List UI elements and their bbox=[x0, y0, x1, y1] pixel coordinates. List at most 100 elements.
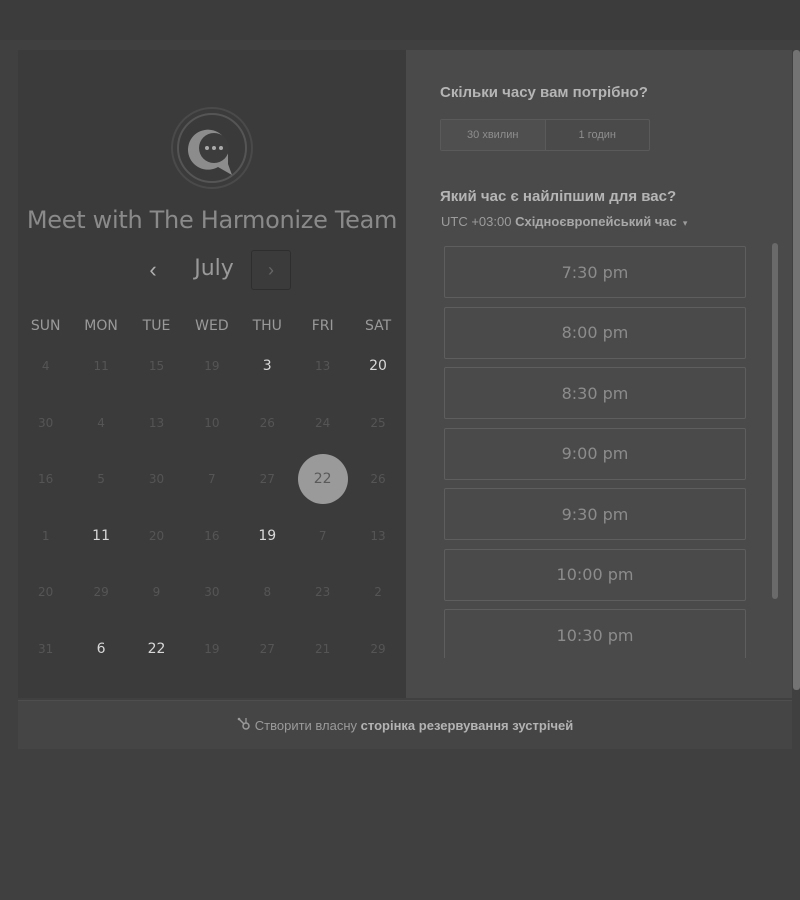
calendar-day: 10 bbox=[184, 398, 239, 448]
calendar-day: 30 bbox=[129, 454, 184, 504]
weekday-label: WED bbox=[195, 318, 229, 334]
calendar-day: 27 bbox=[240, 624, 295, 674]
calendar-day: 26 bbox=[240, 398, 295, 448]
meetings-card: Meet with The Harmonize Team ‹ July › SU… bbox=[18, 50, 792, 698]
calendar-day-number: 16 bbox=[204, 528, 220, 543]
hubspot-sprocket-icon bbox=[237, 717, 251, 734]
calendar-day: 15 bbox=[129, 341, 184, 391]
booking-panel: Скільки часу вам потрібно? 30 хвилин 1 г… bbox=[406, 50, 792, 698]
time-slot-button[interactable]: 9:30 pm bbox=[444, 488, 746, 540]
calendar-day: 13 bbox=[295, 341, 350, 391]
calendar-day-number: 11 bbox=[92, 527, 110, 544]
time-slot-button[interactable]: 8:30 pm bbox=[444, 367, 746, 419]
calendar-day-number: 29 bbox=[370, 641, 386, 656]
footer-link[interactable]: сторінка резервування зустрічей bbox=[361, 718, 574, 733]
time-slot-button[interactable]: 9:00 pm bbox=[444, 427, 746, 480]
calendar-day: 30 bbox=[18, 398, 73, 448]
calendar-week-row: 4 11 15 19 3 13 20 bbox=[18, 338, 406, 395]
calendar-day-selected[interactable]: 22 bbox=[295, 454, 350, 505]
calendar-day-number: 13 bbox=[370, 528, 386, 543]
timezone-selector[interactable]: UTC +03:00 Східноєвропейський час ▾ bbox=[441, 214, 687, 229]
calendar-day-number: 8 bbox=[263, 585, 272, 600]
calendar-day: 2 bbox=[350, 567, 405, 617]
calendar-day-number: 13 bbox=[315, 359, 331, 374]
calendar-day[interactable]: 22 bbox=[129, 624, 184, 674]
harmonize-logo-icon bbox=[170, 106, 254, 190]
calendar-day[interactable]: 11 bbox=[73, 511, 128, 561]
calendar-day: 25 bbox=[350, 398, 405, 448]
calendar-day: 20 bbox=[18, 567, 73, 617]
timezone-name: Східноєвропейський час bbox=[515, 214, 677, 229]
calendar-day[interactable]: 19 bbox=[240, 511, 295, 561]
calendar-day: 7 bbox=[184, 454, 239, 504]
caret-down-icon: ▾ bbox=[682, 218, 688, 228]
time-slot-button[interactable]: 10:00 pm bbox=[444, 548, 746, 601]
calendar-day: 4 bbox=[18, 341, 73, 391]
calendar-day-number: 4 bbox=[41, 359, 50, 374]
calendar-day: 21 bbox=[295, 624, 350, 674]
calendar-day-number: 27 bbox=[259, 641, 275, 656]
weekday-label: SUN bbox=[30, 318, 61, 334]
page: Meet with The Harmonize Team ‹ July › SU… bbox=[0, 0, 800, 900]
calendar-day-number: 26 bbox=[259, 415, 275, 430]
calendar-day: 31 bbox=[18, 624, 73, 674]
calendar-day-number: 13 bbox=[148, 415, 165, 430]
time-slot-button[interactable]: 7:30 pm bbox=[444, 246, 746, 298]
calendar-grid: 4 11 15 19 3 13 20 30 4 13 10 26 24 25 16 5 30 7 27 22 26 1 11… bbox=[18, 338, 406, 677]
calendar-day: 5 bbox=[73, 454, 128, 504]
time-slot-list: 7:30 pm 8:00 pm 8:30 pm 9:00 pm 9:30 pm 10:00… bbox=[444, 246, 750, 658]
calendar-week-row: 30 4 13 10 26 24 25 bbox=[18, 395, 406, 452]
calendar-day-number: 30 bbox=[148, 472, 165, 487]
duration-30-button[interactable]: 30 хвилин bbox=[441, 120, 546, 150]
calendar-day[interactable]: 6 bbox=[73, 624, 128, 674]
calendar-day-number: 4 bbox=[97, 415, 105, 430]
slots-scrollbar[interactable] bbox=[772, 243, 778, 599]
calendar-day[interactable]: 3 bbox=[240, 341, 295, 391]
calendar-day-number: 22 bbox=[297, 454, 348, 505]
chevron-right-icon[interactable]: › bbox=[251, 250, 291, 290]
calendar-day-number: 20 bbox=[148, 528, 165, 543]
calendar-day: 16 bbox=[18, 454, 73, 504]
weekday-label: SAT bbox=[364, 318, 392, 334]
calendar-day: 1 bbox=[18, 511, 73, 561]
calendar-day: 13 bbox=[129, 398, 184, 448]
footer-bar: Створити власну сторінка резервування зу… bbox=[18, 700, 792, 749]
calendar-day: 13 bbox=[350, 511, 405, 561]
calendar-day-number: 5 bbox=[97, 472, 105, 487]
calendar-day-number: 24 bbox=[315, 415, 331, 430]
calendar-title: Meet with The Harmonize Team bbox=[26, 206, 398, 234]
footer-prefix: Створити власну bbox=[254, 717, 358, 733]
calendar-day: 29 bbox=[350, 624, 405, 674]
calendar-day-number: 2 bbox=[374, 585, 382, 600]
calendar-day-number: 31 bbox=[38, 641, 54, 656]
timezone-offset: UTC +03:00 bbox=[441, 214, 512, 229]
time-slot-button[interactable]: 8:00 pm bbox=[444, 306, 746, 359]
calendar-day-number: 20 bbox=[369, 358, 387, 375]
duration-1h-button[interactable]: 1 годин bbox=[546, 120, 650, 150]
chevron-left-icon[interactable]: ‹ bbox=[138, 252, 168, 288]
calendar-day-number: 27 bbox=[259, 472, 275, 487]
calendar-day: 24 bbox=[295, 398, 350, 448]
top-strip bbox=[0, 0, 800, 40]
calendar-day: 19 bbox=[184, 624, 239, 674]
calendar-day[interactable]: 20 bbox=[350, 341, 405, 391]
page-scrollbar[interactable] bbox=[793, 50, 800, 690]
calendar-day-number: 30 bbox=[204, 585, 220, 600]
calendar-week-row: 1 11 20 16 19 7 13 bbox=[18, 508, 406, 565]
weekday-header: SUN MON TUE WED THU FRI SAT bbox=[18, 318, 406, 334]
calendar-week-row: 16 5 30 7 27 22 26 bbox=[18, 451, 406, 508]
calendar-day-number: 23 bbox=[315, 585, 331, 600]
calendar-panel: Meet with The Harmonize Team ‹ July › SU… bbox=[18, 50, 406, 698]
calendar-day: 4 bbox=[73, 398, 128, 448]
calendar-day-number: 7 bbox=[208, 472, 216, 487]
calendar-day: 11 bbox=[73, 341, 128, 391]
calendar-day-number: 21 bbox=[315, 641, 331, 656]
calendar-day: 7 bbox=[295, 511, 350, 561]
time-slot-button[interactable]: 10:30 pm bbox=[444, 609, 746, 658]
calendar-day-number: 6 bbox=[96, 640, 106, 657]
calendar-day-number: 1 bbox=[41, 528, 50, 543]
weekday-label: FRI bbox=[311, 318, 334, 334]
month-navigation: ‹ July › bbox=[18, 250, 406, 292]
calendar-day-number: 15 bbox=[148, 359, 165, 374]
calendar-day-number: 16 bbox=[38, 472, 54, 487]
